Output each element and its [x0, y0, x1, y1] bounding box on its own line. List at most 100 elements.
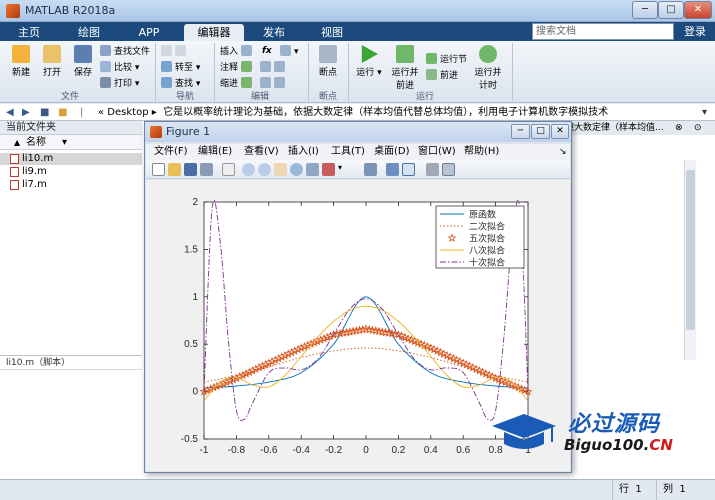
title-bar: MATLAB R2018a ─ □ ✕	[0, 0, 715, 22]
list-item[interactable]: li9.m	[0, 166, 142, 178]
x-tick-label: -0.8	[228, 445, 246, 456]
up-folder-icon[interactable]: ■	[40, 104, 49, 121]
x-tick-label: -1	[200, 445, 209, 456]
zoom-out-icon[interactable]	[258, 163, 271, 176]
plus-icon	[12, 45, 30, 63]
list-item[interactable]: li7.m	[0, 179, 142, 191]
search-input[interactable]: 搜索文档	[532, 23, 674, 40]
column-menu-icon[interactable]: ▾	[62, 135, 67, 150]
figure-close-button[interactable]: ✕	[551, 124, 569, 139]
menu-view[interactable]: 查看(V)	[244, 144, 279, 160]
pan-hand-icon[interactable]	[274, 163, 287, 176]
menu-insert[interactable]: 插入(I)	[288, 144, 319, 160]
compare-button[interactable]: 比较 ▾	[100, 61, 139, 74]
close-panel-icon[interactable]: ⊗	[675, 121, 683, 135]
figure-title-bar[interactable]: Figure 1 ─ □ ✕	[145, 122, 571, 142]
colorbar-icon[interactable]	[386, 163, 399, 176]
new-button[interactable]: 新建	[6, 45, 36, 78]
compare-icon	[100, 61, 111, 72]
pointer-icon[interactable]	[222, 163, 235, 176]
tab-home[interactable]: 主页	[8, 24, 50, 41]
rotate-3d-icon[interactable]	[290, 163, 303, 176]
nav-back-forward[interactable]	[161, 45, 189, 58]
menu-tools[interactable]: 工具(T)	[331, 144, 365, 160]
tab-editor[interactable]: 编辑器	[184, 24, 244, 41]
indent-button[interactable]: 缩进	[220, 77, 255, 90]
find-files-button[interactable]: 查找文件	[100, 45, 150, 58]
window-title: MATLAB R2018a	[25, 4, 116, 17]
goto-button[interactable]: 转至 ▾	[161, 61, 200, 74]
x-tick-label: 0.2	[391, 445, 405, 456]
scrollbar-thumb[interactable]	[686, 170, 695, 330]
legend-icon[interactable]	[402, 163, 415, 176]
tab-view[interactable]: 视图	[310, 24, 354, 41]
brush-menu-icon[interactable]: ▾	[338, 163, 346, 176]
print-button[interactable]: 打印 ▾	[100, 77, 139, 90]
new-figure-icon[interactable]	[152, 163, 165, 176]
menu-help[interactable]: 帮助(H)	[464, 144, 499, 160]
legend-label: 五次拟合	[469, 233, 505, 245]
tab-apps[interactable]: APP	[126, 24, 172, 41]
tab-plots[interactable]: 绘图	[68, 24, 110, 41]
advance-button[interactable]: 前进	[426, 69, 458, 82]
editor-scrollbar[interactable]	[684, 160, 696, 360]
tab-publish[interactable]: 发布	[253, 24, 295, 41]
save-figure-icon[interactable]	[184, 163, 197, 176]
find-files-icon	[100, 45, 111, 56]
link-plot-icon[interactable]	[364, 163, 377, 176]
login-link[interactable]: 登录	[678, 24, 712, 39]
open-button[interactable]: 打开	[38, 45, 66, 78]
insert-button[interactable]: 插入	[220, 45, 255, 58]
address-path[interactable]: « Desktop ▸ 它是以概率统计理论为基础，依据大数定律（样本均值代替总体…	[98, 104, 608, 121]
figure-minimize-button[interactable]: ─	[511, 124, 530, 139]
breakpoints-button[interactable]: 断点	[314, 45, 342, 78]
goto-label: 转至	[175, 63, 194, 73]
indent-tools[interactable]	[260, 77, 288, 90]
file-list-header[interactable]: ▲ 名称 ▾	[0, 135, 142, 150]
menu-desktop[interactable]: 桌面(D)	[374, 144, 410, 160]
data-cursor-icon[interactable]	[306, 163, 319, 176]
close-button[interactable]: ✕	[684, 1, 712, 19]
legend[interactable]: 原函数二次拟合五次拟合八次拟合十次拟合	[435, 205, 525, 269]
fx-button[interactable]: fx	[262, 45, 272, 58]
ribbon-divider	[155, 43, 156, 101]
y-tick-label: 2	[192, 197, 198, 208]
decrease-indent-icon	[274, 77, 285, 88]
fx-menu-icon[interactable]: ▾	[280, 45, 299, 58]
show-plot-tools-icon[interactable]	[442, 163, 455, 176]
column-name[interactable]: 名称	[26, 135, 46, 150]
zoom-in-icon[interactable]	[242, 163, 255, 176]
maximize-button[interactable]: □	[658, 1, 684, 19]
find-button[interactable]: 查找 ▾	[161, 77, 200, 90]
comment-button[interactable]: 注释	[220, 61, 255, 74]
run-advance-button[interactable]: 运行并 前进	[390, 45, 420, 91]
indent-icon	[240, 77, 252, 88]
figure-maximize-button[interactable]: □	[531, 124, 550, 139]
wrap-comments-icon[interactable]	[260, 61, 288, 74]
wrap-icon	[260, 61, 271, 72]
dock-arrow-icon[interactable]: ↘	[559, 144, 567, 160]
watermark: 必过源码 Biguo100.CN	[488, 404, 688, 464]
hide-plot-tools-icon[interactable]	[426, 163, 439, 176]
browse-folder-icon[interactable]: ■	[58, 104, 67, 121]
x-tick-label: 0.6	[456, 445, 470, 456]
list-item[interactable]: li10.m	[0, 153, 142, 165]
address-dropdown-icon[interactable]: ▾	[702, 104, 707, 121]
run-button[interactable]: 运行 ▾	[354, 45, 384, 78]
col-value: 1	[679, 484, 686, 495]
crumb-desktop[interactable]: « Desktop	[98, 107, 149, 118]
back-arrow-icon[interactable]: ◀	[6, 104, 14, 121]
menu-file[interactable]: 文件(F)	[154, 144, 188, 160]
save-button[interactable]: 保存	[70, 45, 96, 78]
print-figure-icon[interactable]	[200, 163, 213, 176]
run-time-button[interactable]: 运行并 计时	[472, 45, 504, 91]
menu-edit[interactable]: 编辑(E)	[198, 144, 232, 160]
open-file-icon[interactable]	[168, 163, 181, 176]
x-tick-label: 0	[363, 445, 369, 456]
brush-icon[interactable]	[322, 163, 335, 176]
forward-arrow-icon[interactable]: ▶	[22, 104, 30, 121]
panel-menu-icon[interactable]: ⊙	[694, 121, 702, 135]
minimize-button[interactable]: ─	[632, 1, 658, 19]
menu-window[interactable]: 窗口(W)	[418, 144, 456, 160]
run-section-button[interactable]: 运行节	[426, 53, 467, 66]
